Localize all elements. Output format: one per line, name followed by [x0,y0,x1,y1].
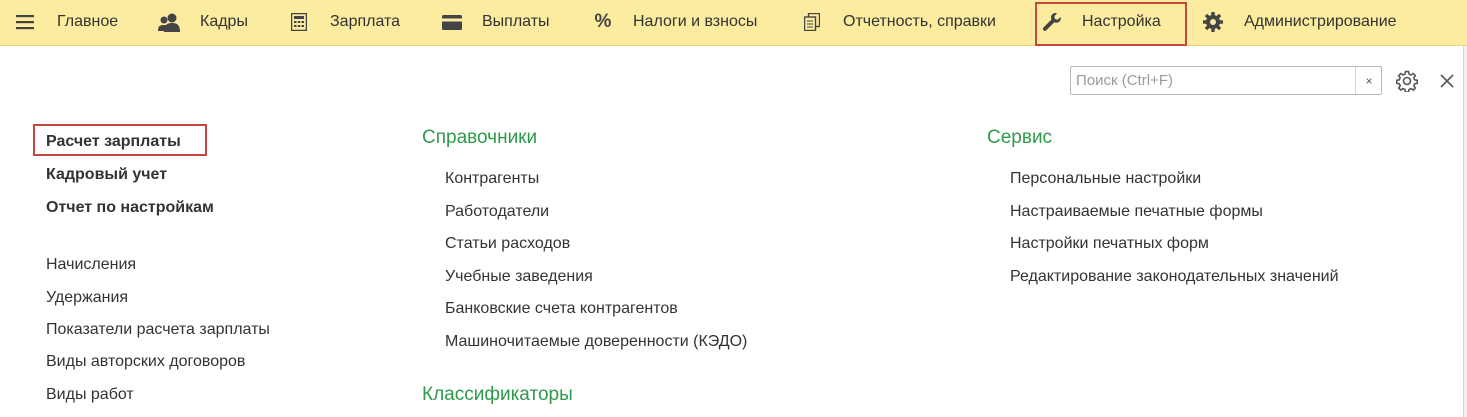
link-custom-print-forms[interactable]: Настраиваемые печатные формы [1010,203,1263,221]
link-counterparty-bank-accounts[interactable]: Банковские счета контрагентов [445,300,678,318]
link-counterparties[interactable]: Контрагенты [445,170,539,188]
nav-label: Выплаты [482,13,550,30]
menu-icon [14,11,36,33]
nav-item-payments[interactable]: Выплаты [432,0,572,45]
link-personal-settings[interactable]: Персональные настройки [1010,170,1201,188]
link-author-contract-types[interactable]: Виды авторских договоров [46,353,245,371]
link-expense-items[interactable]: Статьи расходов [445,235,570,253]
link-deductions[interactable]: Удержания [46,289,128,307]
section-title-classifiers: Классификаторы [422,384,573,405]
section-title-service: Сервис [987,127,1053,148]
card-icon [441,11,463,33]
link-print-form-settings[interactable]: Настройки печатных форм [1010,235,1209,253]
link-accruals[interactable]: Начисления [46,256,136,274]
nav-label: Зарплата [330,13,401,30]
search-input[interactable] [1073,68,1357,93]
settings-button[interactable] [1395,70,1419,93]
link-hr-records[interactable]: Кадровый учет [46,166,167,184]
nav-label: Отчетность, справки [843,13,996,30]
clear-icon: × [1365,73,1373,88]
gear-icon [1202,11,1224,33]
close-icon [1440,74,1454,88]
link-salary-indicators[interactable]: Показатели расчета зарплаты [46,321,270,339]
nav-label: Администрирование [1244,13,1397,30]
search-clear-button[interactable]: × [1355,67,1382,94]
nav-item-administration[interactable]: Администрирование [1196,0,1436,45]
link-machine-readable-powers[interactable]: Машиночитаемые доверенности (КЭДО) [445,333,747,351]
link-work-types[interactable]: Виды работ [46,386,134,404]
nav-label: Главное [57,13,119,30]
nav-item-salary[interactable]: Зарплата [282,0,422,45]
people-icon [158,11,180,33]
section-title-directories: Справочники [422,127,538,148]
nav-item-taxes[interactable]: % Налоги и взносы [584,0,784,45]
close-button[interactable] [1439,73,1455,89]
nav-item-staff[interactable]: Кадры [150,0,270,45]
active-nav-highlight [1035,2,1187,46]
percent-icon: % [594,11,612,32]
gear-icon [1395,70,1419,93]
documents-icon [801,11,823,33]
main-navigation-bar: Главное Кадры Зарплата Выплаты % Налоги … [0,0,1467,46]
calculator-icon [288,11,310,33]
nav-label: Кадры [200,13,248,30]
selected-item-highlight [33,124,207,156]
link-settings-report[interactable]: Отчет по настройкам [46,199,214,217]
nav-item-reports[interactable]: Отчетность, справки [796,0,1016,45]
link-educational-institutions[interactable]: Учебные заведения [445,268,593,286]
link-legislative-values-editing[interactable]: Редактирование законодательных значений [1010,268,1339,286]
nav-item-main[interactable]: Главное [0,0,140,45]
nav-label: Налоги и взносы [633,13,758,30]
link-employers[interactable]: Работодатели [445,203,549,221]
